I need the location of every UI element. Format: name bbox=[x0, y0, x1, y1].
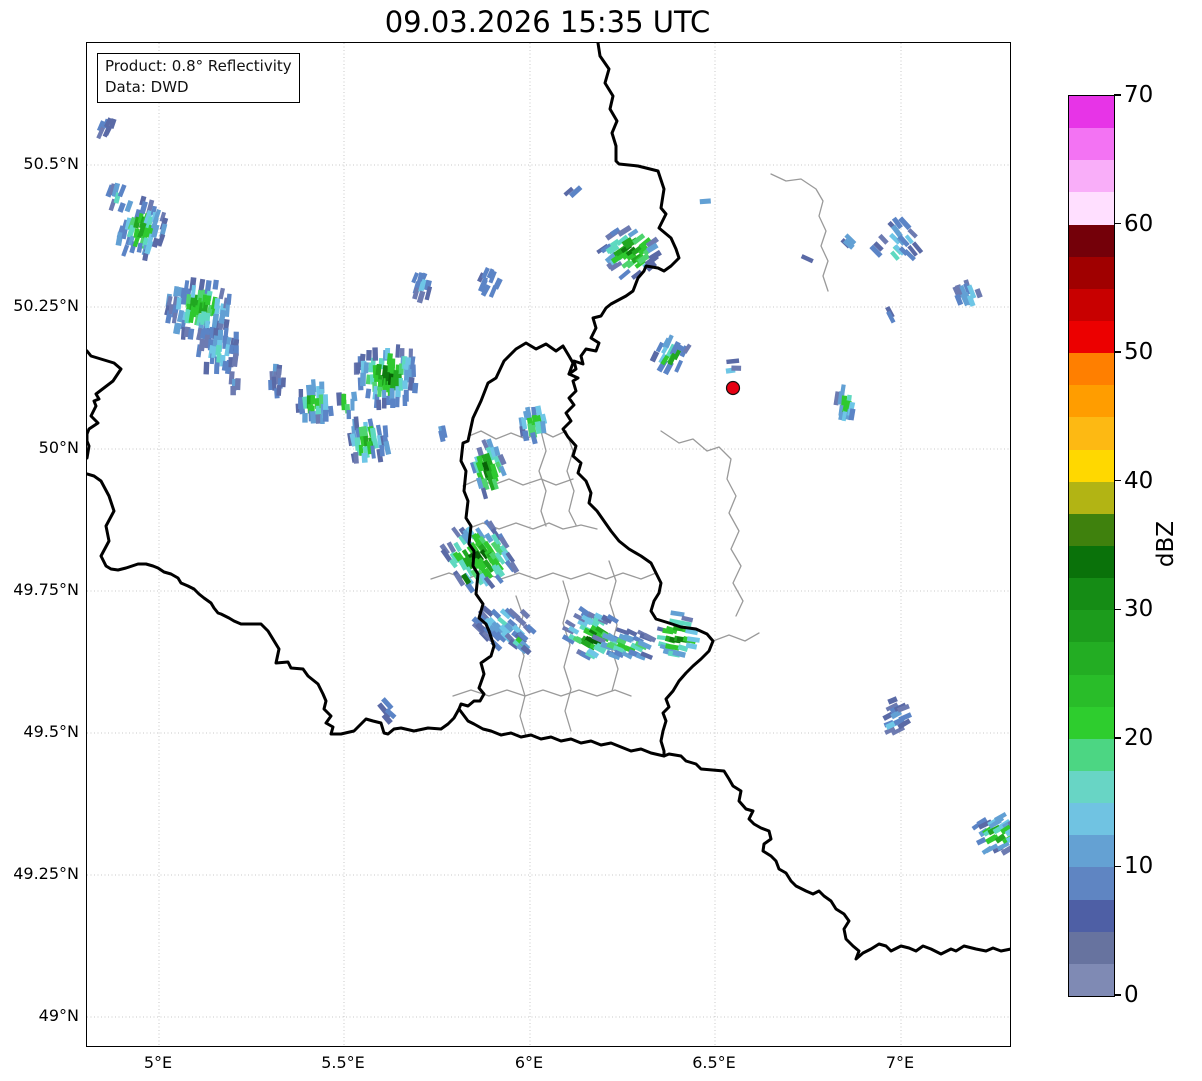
echo-patch bbox=[869, 216, 923, 261]
grid-lines bbox=[87, 43, 1010, 1046]
colorbar-segment bbox=[1069, 964, 1114, 996]
colorbar-segment bbox=[1069, 289, 1114, 321]
colorbar-segment bbox=[1069, 578, 1114, 610]
colorbar-segment bbox=[1069, 192, 1114, 224]
colorbar-segment bbox=[1069, 321, 1114, 353]
colorbar-tick-mark bbox=[1114, 94, 1121, 96]
colorbar-units-label: dBZ bbox=[1153, 506, 1179, 582]
colorbar-segment bbox=[1069, 482, 1114, 514]
echo-patch bbox=[596, 225, 662, 280]
echo-patch bbox=[885, 306, 895, 324]
colorbar-segment bbox=[1069, 128, 1114, 160]
colorbar-tick-mark bbox=[1114, 866, 1121, 868]
colorbar-segment bbox=[1069, 353, 1114, 385]
echo-patch bbox=[438, 425, 447, 442]
colorbar-tick-mark bbox=[1114, 480, 1121, 482]
radar-map-canvas bbox=[87, 43, 1010, 1046]
map-plot-area: Product: 0.8° Reflectivity Data: DWD bbox=[86, 42, 1011, 1047]
radar-site-marker bbox=[727, 382, 740, 395]
colorbar-segment bbox=[1069, 546, 1114, 578]
colorbar-tick-label: 70 bbox=[1124, 81, 1153, 109]
echo-patch bbox=[882, 696, 912, 735]
echo-patch bbox=[972, 812, 1010, 856]
colorbar-segment bbox=[1069, 675, 1114, 707]
y-tick-label: 49.25°N bbox=[0, 863, 79, 885]
colorbar-segment bbox=[1069, 225, 1114, 257]
colorbar-tick-label: 10 bbox=[1124, 852, 1153, 880]
echo-patch bbox=[439, 519, 519, 593]
colorbar-tick-mark bbox=[1114, 609, 1121, 611]
product-annotation-box: Product: 0.8° Reflectivity Data: DWD bbox=[97, 53, 300, 103]
y-tick-label: 49.5°N bbox=[0, 721, 79, 743]
colorbar-segment bbox=[1069, 932, 1114, 964]
colorbar-segment bbox=[1069, 96, 1114, 128]
radar-figure: { "title": "09.03.2026 15:35 UTC", "anno… bbox=[0, 0, 1202, 1081]
echo-patch bbox=[347, 416, 391, 463]
colorbar-tick-label: 40 bbox=[1124, 467, 1153, 495]
colorbar-segment bbox=[1069, 257, 1114, 289]
x-tick-label: 6°E bbox=[474, 1052, 584, 1074]
colorbar bbox=[1068, 95, 1115, 997]
colorbar-tick-mark bbox=[1114, 994, 1121, 996]
echo-patch bbox=[834, 384, 856, 421]
echo-patch bbox=[650, 334, 692, 375]
colorbar-tick-mark bbox=[1114, 737, 1121, 739]
colorbar-segment bbox=[1069, 160, 1114, 192]
country-borders bbox=[87, 43, 1010, 959]
echo-patch bbox=[952, 279, 982, 307]
colorbar-tick-mark bbox=[1114, 223, 1121, 225]
echo-patch bbox=[726, 358, 742, 373]
x-tick-label: 5°E bbox=[103, 1052, 213, 1074]
page-title: 09.03.2026 15:35 UTC bbox=[86, 5, 1009, 39]
echo-patch bbox=[840, 233, 856, 249]
colorbar-segment bbox=[1069, 803, 1114, 835]
y-tick-label: 49°N bbox=[0, 1005, 79, 1027]
colorbar-tick-label: 20 bbox=[1124, 724, 1153, 752]
echo-patch bbox=[411, 272, 432, 303]
colorbar-segment bbox=[1069, 739, 1114, 771]
echo-patch bbox=[700, 198, 711, 204]
colorbar-tick-label: 60 bbox=[1124, 210, 1153, 238]
y-tick-label: 50.25°N bbox=[0, 295, 79, 317]
colorbar-segment bbox=[1069, 867, 1114, 899]
echo-patch bbox=[296, 379, 334, 424]
echo-patch bbox=[508, 631, 532, 655]
colorbar-segment bbox=[1069, 642, 1114, 674]
y-tick-label: 49.75°N bbox=[0, 579, 79, 601]
echo-patch bbox=[336, 392, 357, 420]
x-tick-label: 7°E bbox=[845, 1052, 955, 1074]
y-tick-label: 50°N bbox=[0, 437, 79, 459]
data-source-label: Data: DWD bbox=[105, 77, 292, 98]
echo-patch bbox=[96, 117, 116, 139]
colorbar-segment bbox=[1069, 450, 1114, 482]
colorbar-tick-label: 50 bbox=[1124, 338, 1153, 366]
radar-echoes bbox=[96, 117, 1010, 855]
echo-patch bbox=[354, 344, 418, 410]
y-tick-label: 50.5°N bbox=[0, 153, 79, 175]
echo-patch bbox=[801, 254, 814, 263]
colorbar-tick-mark bbox=[1114, 351, 1121, 353]
colorbar-tick-label: 30 bbox=[1124, 595, 1153, 623]
colorbar-tick-label: 0 bbox=[1124, 981, 1139, 1009]
colorbar-segment bbox=[1069, 900, 1114, 932]
echo-patch bbox=[268, 364, 286, 399]
echo-patch bbox=[657, 610, 700, 658]
colorbar-segment bbox=[1069, 385, 1114, 417]
colorbar-segment bbox=[1069, 835, 1114, 867]
echo-patch bbox=[470, 438, 507, 499]
echo-patch bbox=[377, 697, 396, 725]
x-tick-label: 6.5°E bbox=[659, 1052, 769, 1074]
colorbar-segment bbox=[1069, 707, 1114, 739]
colorbar-segment bbox=[1069, 514, 1114, 546]
colorbar-segment bbox=[1069, 417, 1114, 449]
echo-patch bbox=[105, 183, 126, 213]
echo-patch bbox=[477, 267, 503, 298]
echo-patch bbox=[563, 185, 582, 198]
product-label: Product: 0.8° Reflectivity bbox=[105, 56, 292, 77]
colorbar-segment bbox=[1069, 610, 1114, 642]
x-tick-label: 5.5°E bbox=[288, 1052, 398, 1074]
echo-patch bbox=[229, 371, 241, 395]
colorbar-segment bbox=[1069, 771, 1114, 803]
